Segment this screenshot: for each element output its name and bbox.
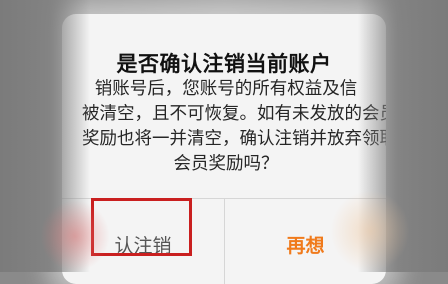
message-line: 奖励也将一并清空，确认注销并放弃领取 (82, 129, 386, 149)
dialog-message: 销账号后，您账号的所有权益及信 被清空，且不可恢复。如有未发放的会员 奖励也将一… (82, 77, 386, 177)
message-line: 会员奖励吗？ (173, 154, 279, 174)
reconsider-button[interactable]: 再想 (225, 199, 386, 279)
message-line: 销账号后，您账号的所有权益及信 (94, 79, 358, 99)
dialog-title: 是否确认注销当前账户 (116, 52, 332, 76)
confirm-button-highlight (91, 198, 192, 256)
message-line: 被清空，且不可恢复。如有未发放的会员 (82, 104, 386, 124)
